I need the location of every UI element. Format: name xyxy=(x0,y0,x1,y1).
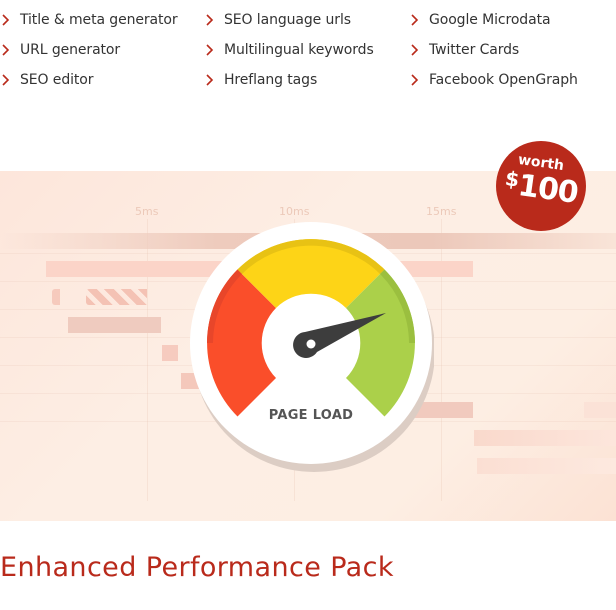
chevron-right-icon xyxy=(0,13,12,27)
chevron-right-icon xyxy=(0,43,12,57)
feature-item: URL generator xyxy=(0,40,120,60)
feature-item: Hreflang tags xyxy=(204,70,317,90)
feature-item: Multilingual keywords xyxy=(204,40,374,60)
timeline-bar xyxy=(477,458,616,474)
chevron-right-icon xyxy=(409,43,421,57)
gauge-label: PAGE LOAD xyxy=(268,408,354,423)
timeline-bar xyxy=(584,402,616,418)
timeline-tick: 5ms xyxy=(135,205,159,218)
timeline-bar xyxy=(162,345,178,361)
feature-item: Google Microdata xyxy=(409,10,551,30)
timeline-bar-striped xyxy=(86,289,147,305)
chevron-right-icon xyxy=(204,13,216,27)
feature-label: Twitter Cards xyxy=(429,42,520,58)
feature-item: SEO language urls xyxy=(204,10,351,30)
feature-label: SEO language urls xyxy=(224,12,351,28)
timeline-bar xyxy=(474,430,616,446)
gauge-needle-pivot xyxy=(306,339,316,349)
gauge-graphic xyxy=(190,222,435,472)
chevron-right-icon xyxy=(409,73,421,87)
feature-label: URL generator xyxy=(20,42,121,58)
feature-label: Multilingual keywords xyxy=(224,42,374,58)
worth-badge: worth $100 xyxy=(496,141,586,231)
feature-label: Google Microdata xyxy=(429,12,551,28)
feature-item: SEO editor xyxy=(0,70,94,90)
page-title: Enhanced Performance Pack xyxy=(0,552,394,583)
feature-label: Facebook OpenGraph xyxy=(429,72,578,88)
timeline-bar xyxy=(52,289,60,305)
feature-label: Title & meta generator xyxy=(20,12,178,28)
feature-label: SEO editor xyxy=(20,72,94,88)
feature-label: Hreflang tags xyxy=(224,72,318,88)
chevron-right-icon xyxy=(0,73,12,87)
timeline-tick: 10ms xyxy=(279,205,310,218)
chevron-right-icon xyxy=(204,73,216,87)
timeline-bar xyxy=(68,317,161,333)
feature-list: Title & meta generator URL generator SEO… xyxy=(0,0,616,100)
feature-item: Twitter Cards xyxy=(409,40,519,60)
page-load-gauge: PAGE LOAD xyxy=(188,221,435,473)
feature-item: Facebook OpenGraph xyxy=(409,70,578,90)
chevron-right-icon xyxy=(204,43,216,57)
feature-item: Title & meta generator xyxy=(0,10,178,30)
badge-amount: 100 xyxy=(515,167,580,211)
chevron-right-icon xyxy=(409,13,421,27)
timeline-tick: 15ms xyxy=(426,205,457,218)
